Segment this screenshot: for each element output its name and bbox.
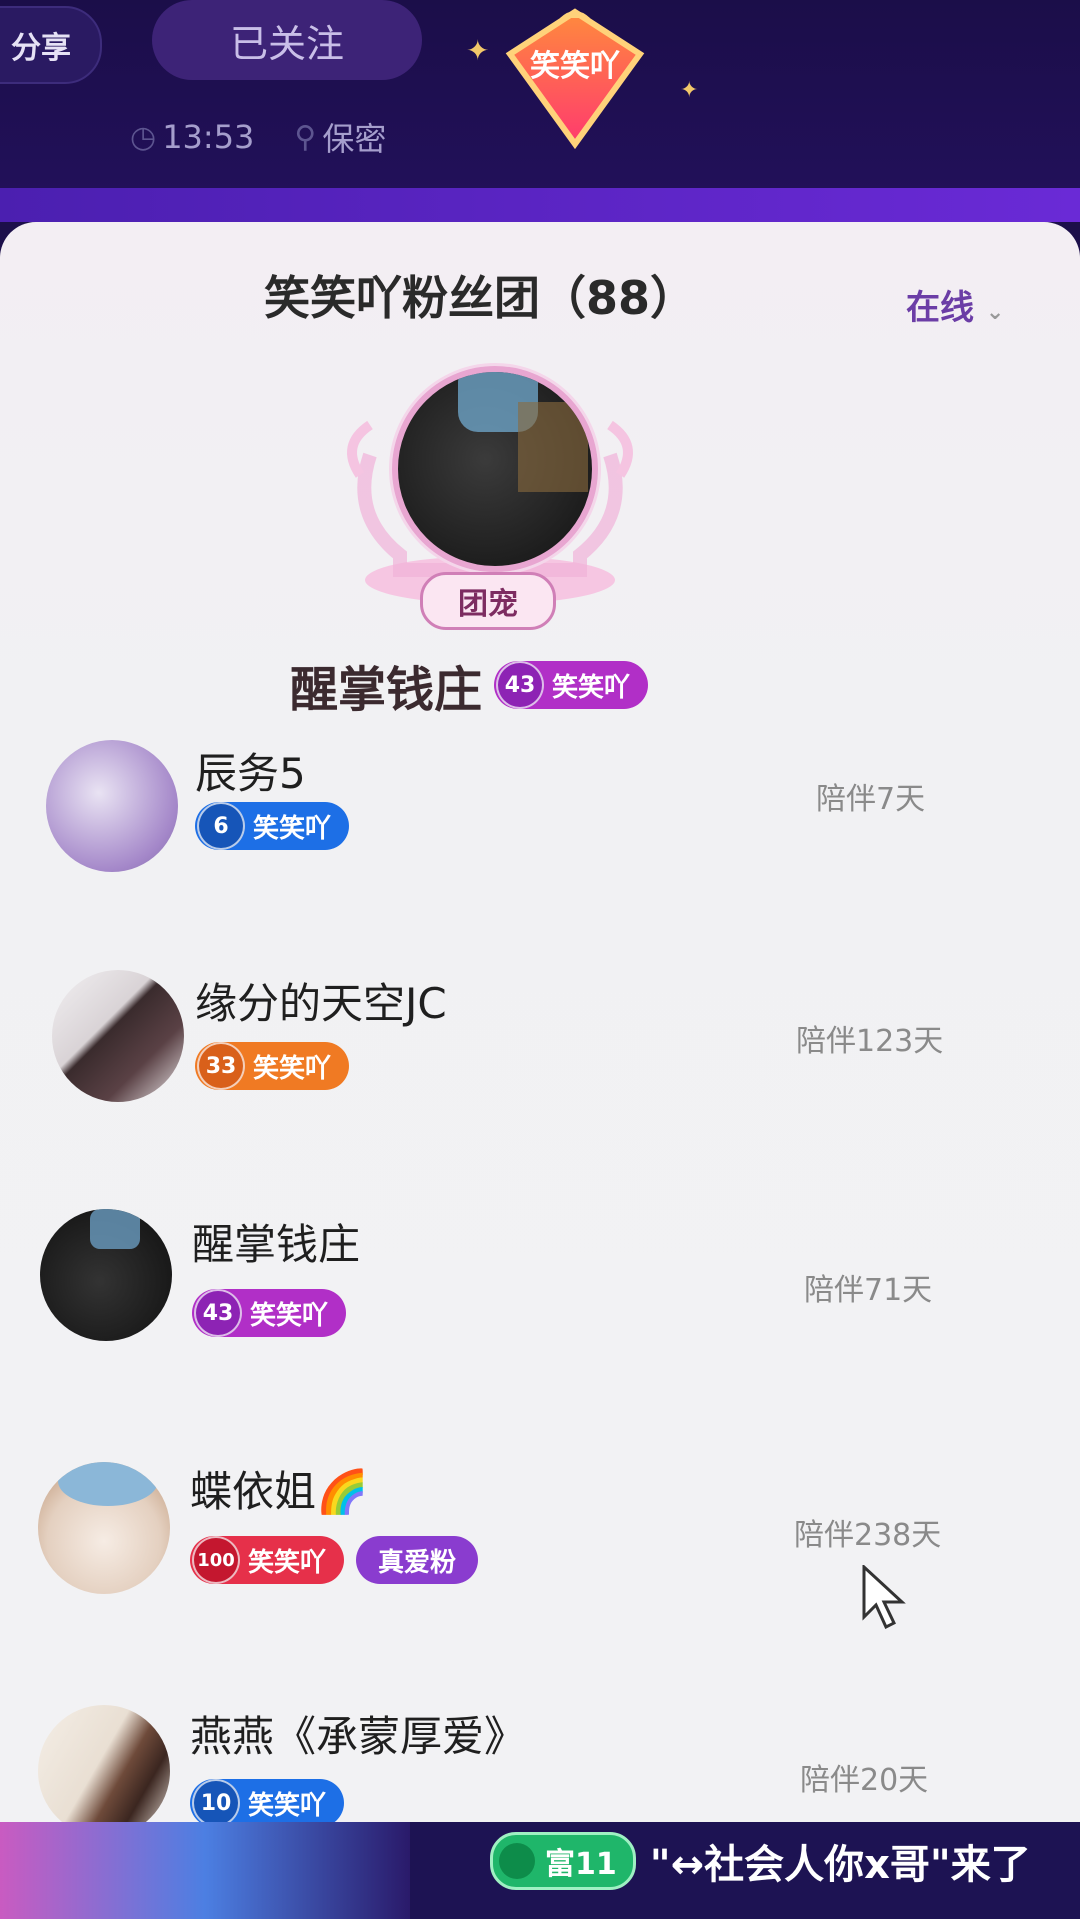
rich-label: 富11 — [545, 1847, 617, 1882]
sparkle-icon: ✦ — [680, 78, 699, 103]
companion-days: 陪伴20天 — [800, 1763, 929, 1798]
level-badge: 43 笑笑吖 — [192, 1289, 347, 1337]
online-filter-label: 在线 — [906, 288, 974, 328]
avatar[interactable] — [38, 1462, 170, 1594]
list-item[interactable]: 醒掌钱庄 43 笑笑吖 陪伴71天 — [0, 1205, 1080, 1405]
level-number: 33 — [197, 1042, 245, 1090]
level-number: 6 — [197, 802, 245, 850]
avatar[interactable] — [38, 1705, 170, 1822]
list-item[interactable]: 蝶依姐🌈 100 笑笑吖 真爱粉 陪伴238天 — [0, 1450, 1080, 1650]
stream-meta: ◷ 13:53 ⚲ 保密 — [130, 112, 386, 162]
header-divider — [0, 188, 1080, 222]
stream-time: 13:53 — [162, 118, 255, 156]
badge-row: 100 笑笑吖 真爱粉 — [190, 1536, 479, 1584]
location-icon: ⚲ — [294, 119, 317, 155]
level-group: 笑笑吖 — [552, 672, 631, 703]
fan-club-badge-icon[interactable]: 笑笑吖 — [490, 4, 660, 154]
level-group: 笑笑吖 — [248, 1790, 327, 1821]
fan-name: 辰务5 — [195, 749, 306, 798]
fan-name: 醒掌钱庄 — [192, 1220, 361, 1269]
list-item[interactable]: 辰务5 6 笑笑吖 陪伴7天 — [0, 720, 1080, 920]
top-fan-name-row: 醒掌钱庄 43 笑笑吖 — [290, 650, 649, 720]
level-badge: 10 笑笑吖 — [190, 1779, 345, 1822]
badge-row: 6 笑笑吖 — [195, 802, 350, 850]
sparkle-icon: ✦ — [466, 34, 490, 67]
level-number: 43 — [194, 1289, 242, 1337]
clock-icon: ◷ — [130, 119, 157, 155]
companion-days: 陪伴7天 — [816, 782, 926, 817]
badge-row: 43 笑笑吖 — [192, 1289, 347, 1337]
badge-row: 10 笑笑吖 — [190, 1779, 345, 1822]
companion-days: 陪伴238天 — [794, 1518, 942, 1553]
chevron-down-icon: ⌄ — [985, 300, 1005, 325]
stream-location: 保密 — [322, 120, 387, 158]
list-item[interactable]: 缘分的天空JC 33 笑笑吖 陪伴123天 — [0, 960, 1080, 1160]
avatar[interactable] — [46, 740, 178, 872]
badge-row: 33 笑笑吖 — [195, 1042, 350, 1090]
rich-badge: 富11 — [490, 1832, 636, 1890]
top-fan-name[interactable]: 醒掌钱庄 — [290, 650, 482, 720]
level-badge: 33 笑笑吖 — [195, 1042, 350, 1090]
level-group: 笑笑吖 — [250, 1300, 329, 1331]
level-badge: 100 笑笑吖 — [190, 1536, 345, 1584]
level-group: 笑笑吖 — [253, 813, 332, 844]
stream-thumbnail[interactable] — [0, 1822, 410, 1919]
share-button[interactable]: 分享 — [0, 6, 102, 84]
level-badge: 6 笑笑吖 — [195, 802, 350, 850]
level-group: 笑笑吖 — [248, 1547, 327, 1578]
online-filter[interactable]: 在线 ⌄ — [906, 280, 1004, 329]
fan-name: 缘分的天空JC — [195, 979, 447, 1028]
fan-club-badge-text: 笑笑吖 — [530, 49, 620, 84]
level-number: 10 — [192, 1779, 240, 1822]
mouse-cursor-icon — [862, 1565, 906, 1629]
top-fan-tag: 团宠 — [420, 572, 556, 630]
level-number: 43 — [496, 661, 545, 709]
fan-name: 蝶依姐🌈 — [190, 1467, 369, 1516]
level-badge: 43 笑笑吖 — [494, 661, 649, 709]
fan-name: 燕燕《承蒙厚爱》 — [190, 1712, 527, 1761]
follow-button[interactable]: 已关注 — [152, 0, 422, 80]
true-fan-badge: 真爱粉 — [356, 1536, 479, 1584]
companion-days: 陪伴123天 — [796, 1024, 944, 1059]
panel-title: 笑笑吖粉丝团（88） — [263, 271, 696, 325]
rich-level-icon — [499, 1843, 535, 1879]
level-number: 100 — [192, 1536, 240, 1584]
level-group: 笑笑吖 — [253, 1053, 332, 1084]
enter-notification: 富11 "↔社会人你x哥"来了 — [490, 1832, 1031, 1890]
enter-text: "↔社会人你x哥"来了 — [649, 1842, 1031, 1888]
companion-days: 陪伴71天 — [804, 1273, 933, 1308]
list-item[interactable]: 燕燕《承蒙厚爱》 10 笑笑吖 陪伴20天 — [0, 1695, 1080, 1822]
top-fan-avatar[interactable] — [392, 366, 598, 572]
avatar[interactable] — [52, 970, 184, 1102]
avatar[interactable] — [40, 1209, 172, 1341]
